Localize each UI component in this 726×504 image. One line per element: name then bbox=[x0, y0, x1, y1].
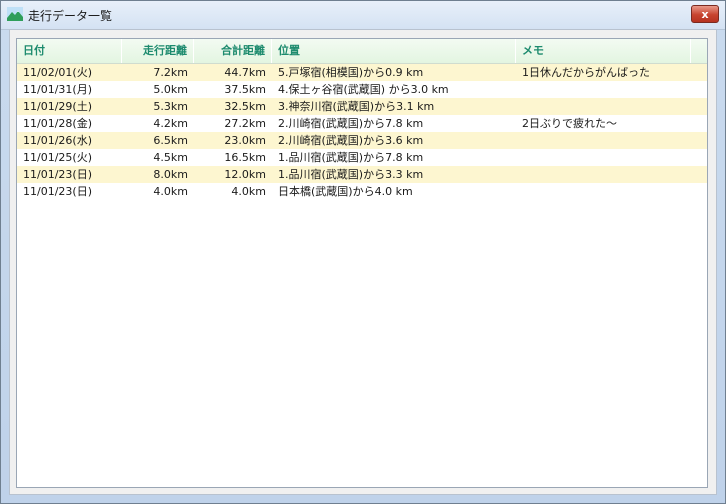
cell-memo bbox=[516, 81, 691, 98]
cell-position: 2.川崎宿(武蔵国)から7.8 km bbox=[278, 117, 424, 130]
cell-total: 4.0km bbox=[231, 185, 266, 198]
cell-distance: 4.5km bbox=[153, 151, 188, 164]
app-window: 走行データ一覧 x 日付 走行距離 合計距離 位置 メモ 11/02/01(火)… bbox=[0, 0, 726, 504]
cell-memo bbox=[516, 98, 691, 115]
cell-date: 11/01/29(土) bbox=[23, 100, 92, 113]
table-row[interactable]: 11/01/28(金) 4.2km 27.2km 2.川崎宿(武蔵国)から7.8… bbox=[17, 115, 707, 132]
cell-date: 11/01/25(火) bbox=[23, 151, 92, 164]
list-header: 日付 走行距離 合計距離 位置 メモ bbox=[17, 39, 707, 64]
run-data-list[interactable]: 日付 走行距離 合計距離 位置 メモ 11/02/01(火) 7.2km 44.… bbox=[16, 38, 708, 488]
cell-distance: 5.0km bbox=[153, 83, 188, 96]
cell-date: 11/01/31(月) bbox=[23, 83, 92, 96]
cell-position: 2.川崎宿(武蔵国)から3.6 km bbox=[278, 134, 424, 147]
window-title: 走行データ一覧 bbox=[28, 9, 113, 23]
cell-date: 11/01/23(日) bbox=[23, 168, 92, 181]
cell-total: 32.5km bbox=[224, 100, 266, 113]
cell-position: 3.神奈川宿(武蔵国)から3.1 km bbox=[278, 100, 435, 113]
table-row[interactable]: 11/01/23(日) 8.0km 12.0km 1.品川宿(武蔵国)から3.3… bbox=[17, 166, 707, 183]
table-row[interactable]: 11/01/26(水) 6.5km 23.0km 2.川崎宿(武蔵国)から3.6… bbox=[17, 132, 707, 149]
cell-total: 27.2km bbox=[224, 117, 266, 130]
cell-date: 11/01/28(金) bbox=[23, 117, 92, 130]
cell-position: 4.保土ヶ谷宿(武蔵国) から3.0 km bbox=[278, 83, 449, 96]
column-header-distance[interactable]: 走行距離 bbox=[122, 39, 194, 63]
column-header-total[interactable]: 合計距離 bbox=[194, 39, 272, 63]
cell-memo: 2日ぶりで疲れた〜 bbox=[522, 117, 617, 130]
cell-date: 11/01/23(日) bbox=[23, 185, 92, 198]
column-header-date[interactable]: 日付 bbox=[17, 39, 122, 63]
close-button[interactable]: x bbox=[691, 5, 719, 23]
cell-date: 11/01/26(水) bbox=[23, 134, 92, 147]
cell-date: 11/02/01(火) bbox=[23, 66, 92, 79]
cell-position: 日本橋(武蔵国)から4.0 km bbox=[278, 185, 413, 198]
cell-position: 1.品川宿(武蔵国)から3.3 km bbox=[278, 168, 424, 181]
cell-total: 12.0km bbox=[224, 168, 266, 181]
table-row[interactable]: 11/01/25(火) 4.5km 16.5km 1.品川宿(武蔵国)から7.8… bbox=[17, 149, 707, 166]
cell-total: 37.5km bbox=[224, 83, 266, 96]
cell-total: 16.5km bbox=[224, 151, 266, 164]
cell-position: 1.品川宿(武蔵国)から7.8 km bbox=[278, 151, 424, 164]
table-row[interactable]: 11/02/01(火) 7.2km 44.7km 5.戸塚宿(相模国)から0.9… bbox=[17, 64, 707, 81]
cell-distance: 5.3km bbox=[153, 100, 188, 113]
title-bar[interactable]: 走行データ一覧 x bbox=[1, 1, 725, 30]
close-icon: x bbox=[701, 7, 709, 21]
cell-position: 5.戸塚宿(相模国)から0.9 km bbox=[278, 66, 424, 79]
table-row[interactable]: 11/01/29(土) 5.3km 32.5km 3.神奈川宿(武蔵国)から3.… bbox=[17, 98, 707, 115]
column-header-position[interactable]: 位置 bbox=[272, 39, 516, 63]
cell-distance: 7.2km bbox=[153, 66, 188, 79]
cell-memo: 1日休んだからがんばった bbox=[522, 66, 650, 79]
cell-distance: 4.2km bbox=[153, 117, 188, 130]
cell-distance: 4.0km bbox=[153, 185, 188, 198]
cell-total: 23.0km bbox=[224, 134, 266, 147]
cell-distance: 6.5km bbox=[153, 134, 188, 147]
cell-total: 44.7km bbox=[224, 66, 266, 79]
cell-memo bbox=[516, 183, 691, 200]
table-row[interactable]: 11/01/23(日) 4.0km 4.0km 日本橋(武蔵国)から4.0 km bbox=[17, 183, 707, 200]
cell-memo bbox=[516, 132, 691, 149]
column-header-memo[interactable]: メモ bbox=[516, 39, 691, 63]
cell-distance: 8.0km bbox=[153, 168, 188, 181]
content-frame: 日付 走行距離 合計距離 位置 メモ 11/02/01(火) 7.2km 44.… bbox=[9, 29, 717, 495]
cell-memo bbox=[516, 149, 691, 166]
mountain-icon bbox=[7, 7, 23, 21]
cell-memo bbox=[516, 166, 691, 183]
table-row[interactable]: 11/01/31(月) 5.0km 37.5km 4.保土ヶ谷宿(武蔵国) から… bbox=[17, 81, 707, 98]
